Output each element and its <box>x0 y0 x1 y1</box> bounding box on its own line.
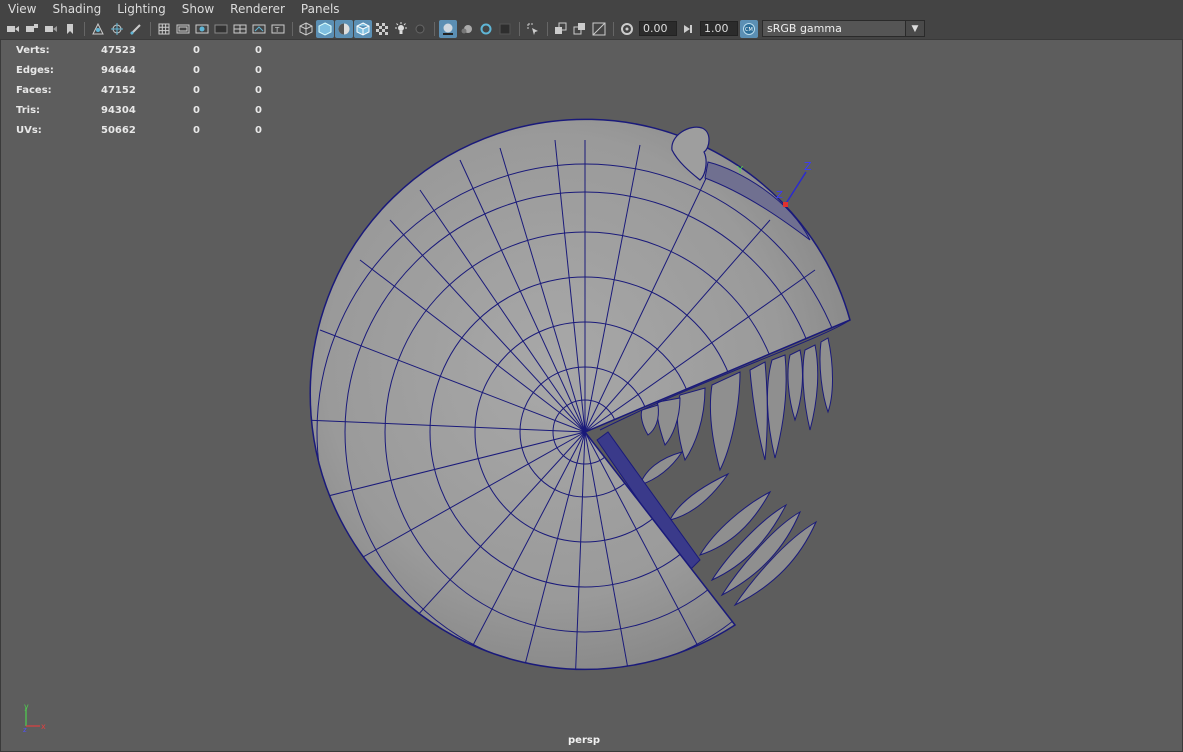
wireframe-on-shaded-icon[interactable] <box>354 19 372 38</box>
hud-row-uvs: UVs: 50662 0 0 <box>16 120 275 140</box>
smooth-shade-icon[interactable] <box>316 19 334 38</box>
safe-title-icon[interactable]: T <box>269 20 287 38</box>
multisample-aa-icon[interactable] <box>477 20 495 38</box>
xray-icon[interactable] <box>552 20 570 38</box>
exposure-field[interactable]: 0.00 <box>639 21 677 36</box>
hud-value: 0 <box>193 124 200 136</box>
hud-value: 0 <box>255 64 262 76</box>
chevron-down-icon[interactable]: ▼ <box>905 21 924 36</box>
default-material-icon[interactable] <box>335 19 353 38</box>
menu-view[interactable]: View <box>0 2 44 16</box>
camera-name-label: persp <box>568 735 600 746</box>
bookmarks-icon[interactable] <box>42 20 60 38</box>
screen-space-ao-icon[interactable] <box>439 19 457 38</box>
exposure-icon[interactable] <box>618 20 636 38</box>
hud-row-edges: Edges: 94644 0 0 <box>16 60 275 80</box>
toolbar-divider <box>434 21 435 36</box>
poly-count-hud: Verts: 47523 0 0 Edges: 94644 0 0 Faces:… <box>16 40 275 140</box>
xray-joints-icon[interactable] <box>571 20 589 38</box>
safe-action-icon[interactable] <box>250 20 268 38</box>
hud-row-tris: Tris: 94304 0 0 <box>16 100 275 120</box>
svg-text:T: T <box>274 26 280 34</box>
panel-menu-bar: View Shading Lighting Show Renderer Pane… <box>0 0 1183 18</box>
textured-icon[interactable] <box>373 20 391 38</box>
toolbar-divider <box>547 21 548 36</box>
wireframe-icon[interactable] <box>297 20 315 38</box>
color-management-icon[interactable]: CM <box>740 19 758 38</box>
hud-value: 0 <box>193 44 200 56</box>
axis-z-label: z <box>23 726 27 734</box>
toolbar-divider <box>84 21 85 36</box>
view-transform-dropdown[interactable]: sRGB gamma ▼ <box>762 20 925 37</box>
hud-label: Verts: <box>16 44 50 56</box>
hud-value: 0 <box>255 104 262 116</box>
menu-panels[interactable]: Panels <box>293 2 348 16</box>
motion-blur-icon[interactable] <box>458 20 476 38</box>
hud-row-faces: Faces: 47152 0 0 <box>16 80 275 100</box>
bookmark-icon[interactable] <box>61 20 79 38</box>
hud-value: 94644 <box>101 64 136 76</box>
hud-value: 0 <box>193 64 200 76</box>
depth-of-field-icon[interactable] <box>496 20 514 38</box>
view-axis-icon: y x z <box>23 702 46 734</box>
hud-label: UVs: <box>16 124 42 136</box>
menu-renderer[interactable]: Renderer <box>222 2 293 16</box>
svg-text:Z: Z <box>776 190 783 201</box>
gate-mask-icon[interactable] <box>212 20 230 38</box>
axis-x-label: x <box>41 722 46 731</box>
hud-value: 47523 <box>101 44 136 56</box>
mesh-render: Z Z Y <box>309 118 851 671</box>
camera-attributes-icon[interactable] <box>23 20 41 38</box>
hud-value: 47152 <box>101 84 136 96</box>
use-all-lights-icon[interactable] <box>392 20 410 38</box>
xray-active-components-icon[interactable] <box>590 20 608 38</box>
hud-value: 50662 <box>101 124 136 136</box>
hud-value: 0 <box>255 44 262 56</box>
grid-icon[interactable] <box>155 20 173 38</box>
view-transform-value: sRGB gamma <box>767 22 842 35</box>
axis-y-label: y <box>24 702 29 711</box>
toolbar-divider <box>150 21 151 36</box>
hud-value: 0 <box>255 124 262 136</box>
menu-show[interactable]: Show <box>174 2 222 16</box>
svg-text:Y: Y <box>736 165 744 176</box>
film-gate-icon[interactable] <box>174 20 192 38</box>
gamma-icon[interactable] <box>679 20 697 38</box>
toolbar-divider <box>613 21 614 36</box>
hud-value: 0 <box>193 84 200 96</box>
viewport-3d[interactable]: Z Z Y <box>0 39 1183 752</box>
hud-row-verts: Verts: 47523 0 0 <box>16 40 275 60</box>
gamma-field[interactable]: 1.00 <box>700 21 738 36</box>
svg-text:CM: CM <box>745 27 753 33</box>
hud-value: 0 <box>193 104 200 116</box>
field-chart-icon[interactable] <box>231 20 249 38</box>
svg-text:Z: Z <box>804 160 812 173</box>
hud-value: 94304 <box>101 104 136 116</box>
2d-pan-zoom-icon[interactable] <box>108 20 126 38</box>
toolbar-divider <box>519 21 520 36</box>
hud-value: 0 <box>255 84 262 96</box>
menu-lighting[interactable]: Lighting <box>109 2 174 16</box>
select-camera-icon[interactable] <box>4 20 22 38</box>
isolate-select-icon[interactable] <box>524 20 542 38</box>
image-plane-icon[interactable] <box>89 20 107 38</box>
hud-label: Tris: <box>16 104 41 116</box>
hud-label: Edges: <box>16 64 54 76</box>
shadows-icon[interactable] <box>411 20 429 38</box>
panel-toolbar: T 0.00 1.00 CM sRGB gamma ▼ <box>0 18 1183 39</box>
hud-label: Faces: <box>16 84 52 96</box>
toolbar-divider <box>292 21 293 36</box>
resolution-gate-icon[interactable] <box>193 20 211 38</box>
menu-shading[interactable]: Shading <box>44 2 109 16</box>
grease-pencil-icon[interactable] <box>127 20 145 38</box>
